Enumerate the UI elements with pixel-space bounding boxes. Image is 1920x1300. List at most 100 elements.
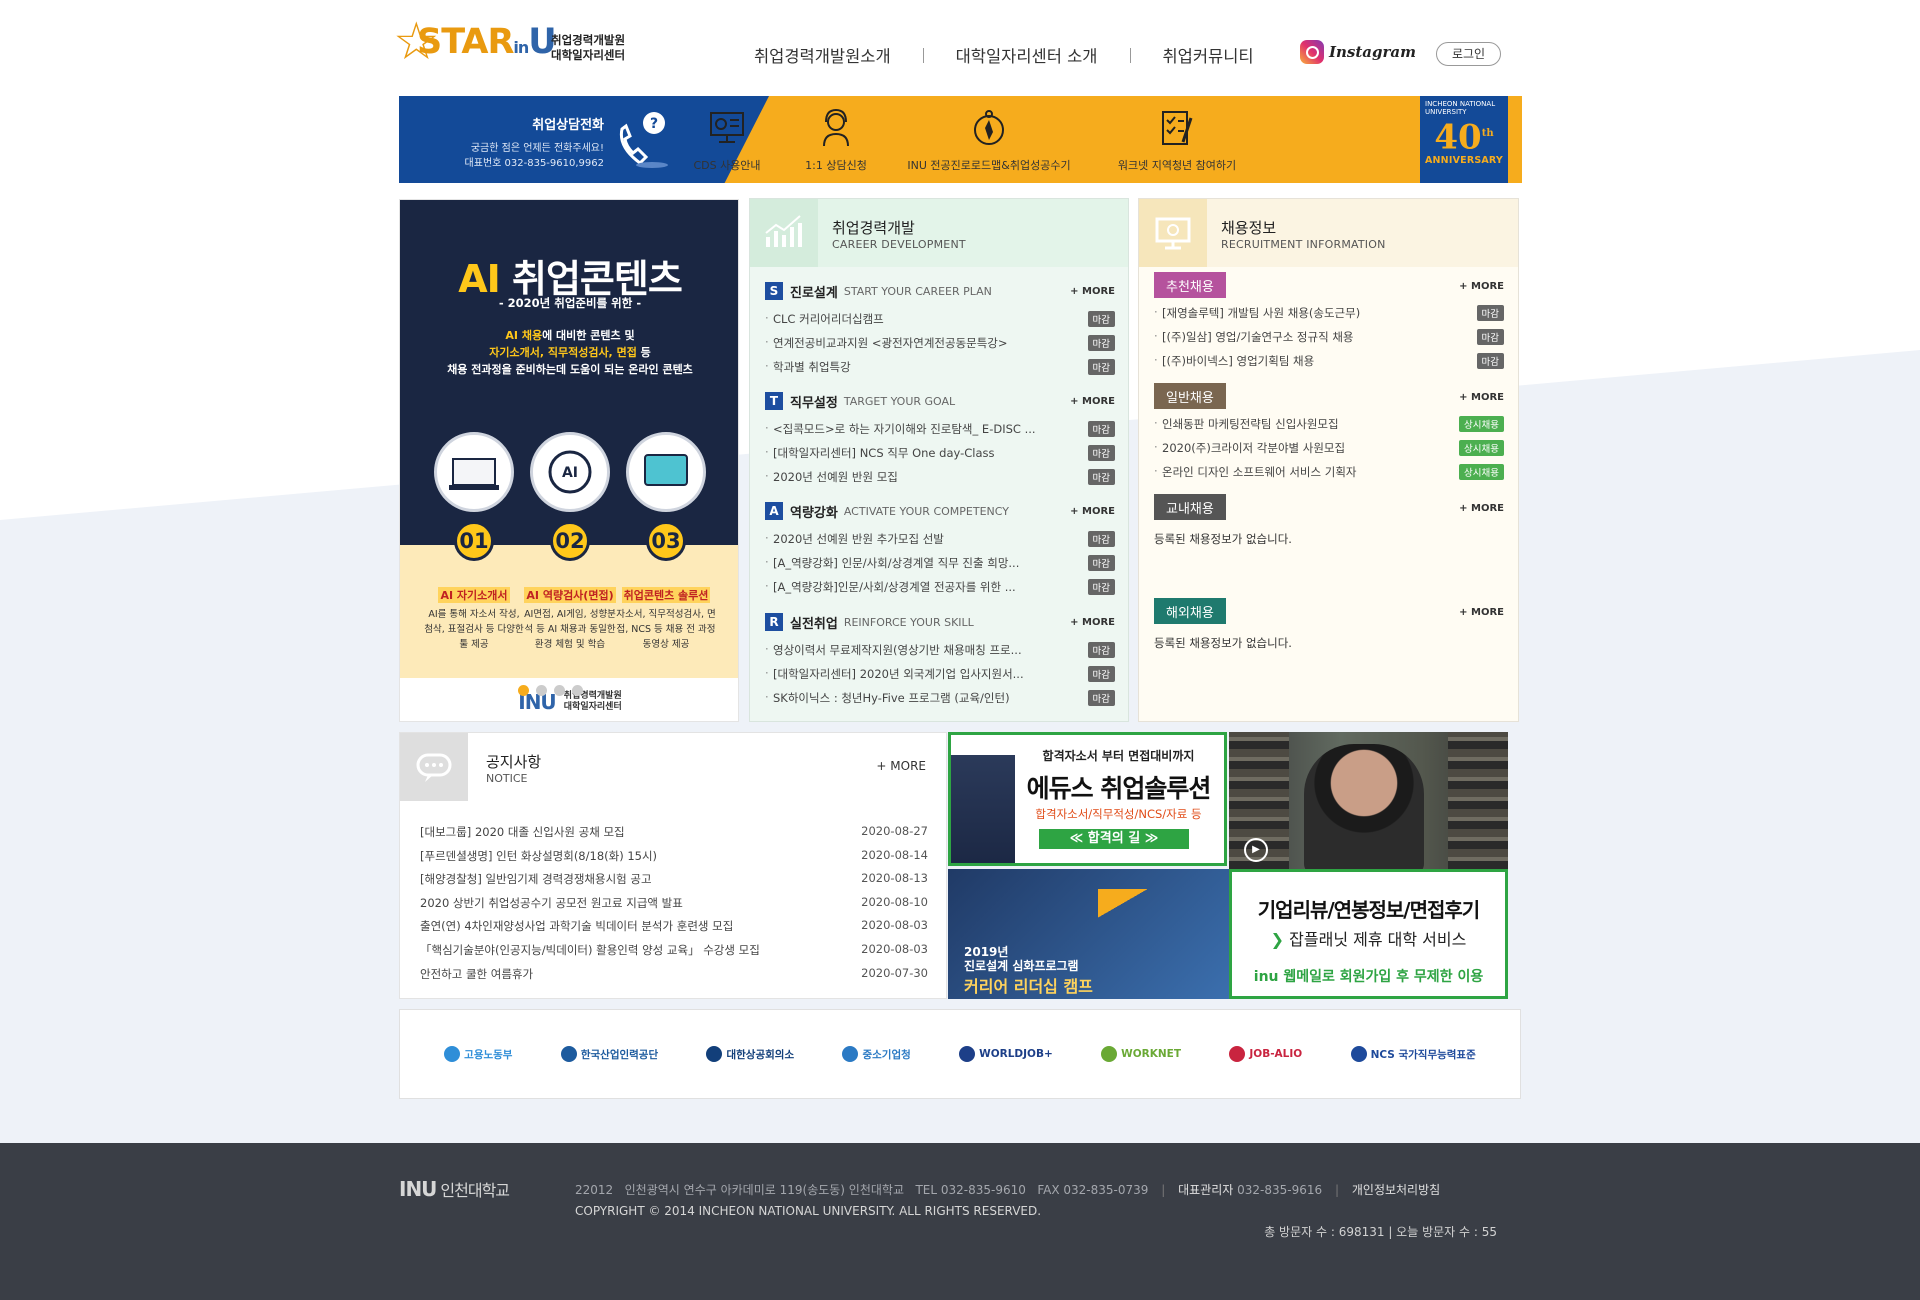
family-site-logo[interactable]: WORLDJOB+	[959, 1046, 1053, 1062]
slider-dot[interactable]	[554, 685, 565, 696]
section-more-link[interactable]: + MORE	[1459, 503, 1504, 514]
instagram-link[interactable]: Instagram	[1300, 40, 1416, 64]
list-item[interactable]: [대학일자리센터] 2020년 외국계기업 입사지원서... 마감	[765, 662, 1115, 686]
section-more-link[interactable]: + MORE	[1459, 392, 1504, 403]
quick-link-roadmap[interactable]: INU 전공진로로드맵&취업성공수기	[899, 108, 1079, 173]
list-item[interactable]: 학과별 취업특강 마감	[765, 355, 1115, 379]
section-more-link[interactable]: + MORE	[1070, 396, 1115, 407]
promo-title-ai: AI	[458, 257, 501, 301]
career-section: S 진로설계 START YOUR CAREER PLAN + MORE CLC 커리어…	[765, 279, 1115, 379]
list-item[interactable]: 인쇄동판 마케팅전략팀 신입사원모집 상시채용	[1154, 412, 1504, 436]
list-item[interactable]: [대학일자리센터] NCS 직무 One day-Class 마감	[765, 441, 1115, 465]
status-badge: 마감	[1087, 311, 1115, 327]
list-item[interactable]: 영상이력서 무료제작지원(영상기반 채용매칭 프로... 마감	[765, 638, 1115, 662]
eduss-ad-desc: 합격자소서/직무적성/NCS/자료 등	[1035, 807, 1202, 821]
list-item[interactable]: SK하이닉스 : 청년Hy-Five 프로그램 (교육/인턴) 마감	[765, 686, 1115, 710]
slider-dot[interactable]	[536, 685, 547, 696]
slider-dot[interactable]	[518, 685, 529, 696]
recruit-section-label[interactable]: 일반채용	[1154, 383, 1226, 409]
jobplanet-banner[interactable]: 기업리뷰/연봉정보/면접후기 ❯ 잡플래닛 제휴 대학 서비스 inu 웹메일로…	[1229, 869, 1508, 999]
notice-row[interactable]: 2020 상반기 취업성공수기 공모전 원고료 지급액 발표 2020-08-10	[420, 895, 928, 919]
list-item[interactable]: 온라인 디자인 소프트웨어 서비스 기획자 상시채용	[1154, 460, 1504, 484]
ai-content-promo[interactable]: - 2020년 취업준비를 위한 - AI 취업콘텐츠 AI 채용에 대비한 콘…	[399, 199, 739, 722]
footer-admin-tel: 032-835-9616	[1237, 1183, 1323, 1197]
notice-title-link[interactable]: 출연(연) 4차인재양성사업 과학기술 빅데이터 분석가 훈련생 모집	[420, 918, 733, 942]
career-camp-banner[interactable]: 2019년 진로설계 심화프로그램 커리어 리더십 캠프	[948, 869, 1229, 999]
nav-item-career-intro[interactable]: 취업경력개발원소개	[730, 43, 915, 67]
nav-item-job-center[interactable]: 대학일자리센터 소개	[932, 43, 1122, 67]
family-site-logo[interactable]: WORKNET	[1101, 1046, 1181, 1062]
notice-title-link[interactable]: 「핵심기술분야(인공지능/빅데이터) 활용인력 양성 교육」 수강생 모집	[420, 942, 760, 966]
list-item[interactable]: [(주)일삼] 영업/기술연구소 정규직 채용 마감	[1154, 325, 1504, 349]
career-section-header: T 직무설정 TARGET YOUR GOAL + MORE	[765, 389, 1115, 413]
section-title-en: START YOUR CAREER PLAN	[843, 284, 992, 298]
notice-row[interactable]: 안전하고 쿨한 여름휴가 2020-07-30	[420, 966, 928, 990]
site-logo[interactable]: ☆ STARinU 취업경력개발원 대학일자리센터	[393, 16, 629, 74]
notice-row[interactable]: [푸르덴셜생명] 인턴 화상설명회(8/18(화) 15시) 2020-08-14	[420, 848, 928, 872]
privacy-policy-link[interactable]: 개인정보처리방침	[1352, 1183, 1440, 1197]
list-item-title: 2020년 선예원 반원 추가모집 선발	[765, 531, 1082, 547]
list-item[interactable]: <집콕모드>로 하는 자기이해와 진로탐색_ E-DISC ... 마감	[765, 417, 1115, 441]
recruit-section: 추천채용 + MORE [재영솔루텍] 개발팀 사원 채용(송도근무)마감[(주)일…	[1154, 272, 1504, 373]
section-more-link[interactable]: + MORE	[1070, 617, 1115, 628]
career-section-header: A 역량강화 ACTIVATE YOUR COMPETENCY + MORE	[765, 499, 1115, 523]
video-thumbnail[interactable]: ▶	[1229, 732, 1508, 869]
family-site-logo[interactable]: 중소기업청	[842, 1046, 911, 1062]
career-title-en: CAREER DEVELOPMENT	[832, 238, 966, 251]
list-item[interactable]: [A_역량강화]인문/사회/상경계열 전공자를 위한 ... 마감	[765, 575, 1115, 599]
list-item-title: 온라인 디자인 소프트웨어 서비스 기획자	[1154, 464, 1453, 480]
promo-title-rest: 취업콘텐츠	[499, 257, 683, 301]
presenter-image	[951, 755, 1015, 863]
list-item[interactable]: [A_역량강화] 인문/사회/상경계열 직무 진출 희망... 마감	[765, 551, 1115, 575]
notice-row[interactable]: [해양경찰청] 일반임기제 경력경쟁채용시험 공고 2020-08-13	[420, 871, 928, 895]
section-more-link[interactable]: + MORE	[1459, 607, 1504, 618]
login-button[interactable]: 로그인	[1436, 42, 1501, 66]
recruit-section: 교내채용 + MORE 등록된 채용정보가 없습니다.	[1154, 494, 1504, 547]
family-site-name: JOB-ALIO	[1249, 1048, 1303, 1060]
status-badge: 마감	[1476, 353, 1504, 369]
anniversary-label: ANNIVERSARY	[1424, 155, 1503, 167]
family-site-mark	[1350, 1046, 1367, 1062]
list-item[interactable]: CLC 커리어리더십캠프 마감	[765, 307, 1115, 331]
recruit-section-label[interactable]: 교내채용	[1154, 494, 1226, 520]
notice-row[interactable]: 「핵심기술분야(인공지능/빅데이터) 활용인력 양성 교육」 수강생 모집 202…	[420, 942, 928, 966]
family-site-logo[interactable]: 고용노동부	[444, 1046, 512, 1062]
slider-dot[interactable]	[572, 685, 583, 696]
promo-desc: AI 채용에 대비한 콘텐츠 및 자기소개서, 직무적성검사, 면접 등 채용 …	[400, 327, 738, 378]
notice-row[interactable]: [대보그룹] 2020 대졸 신입사원 공채 모집 2020-08-27	[420, 824, 928, 848]
family-site-logo[interactable]: NCS 국가직무능력표준	[1350, 1046, 1476, 1062]
section-more-link[interactable]: + MORE	[1070, 506, 1115, 517]
recruit-section-label[interactable]: 추천채용	[1154, 272, 1226, 298]
notice-more-link[interactable]: + MORE	[876, 759, 926, 773]
notice-title-link[interactable]: [해양경찰청] 일반임기제 경력경쟁채용시험 공고	[420, 871, 652, 895]
camp-title: 커리어 리더십 캠프	[964, 977, 1093, 996]
status-badge: 마감	[1476, 305, 1504, 321]
section-more-link[interactable]: + MORE	[1459, 281, 1504, 292]
eduss-ad-banner[interactable]: 합격자소서 부터 면접대비까지 에듀스 취업솔루션 합격자소서/직무적성/NCS…	[948, 732, 1227, 866]
list-item[interactable]: 2020년 선예원 반원 추가모집 선발 마감	[765, 527, 1115, 551]
notice-title-link[interactable]: 2020 상반기 취업성공수기 공모전 원고료 지급액 발표	[420, 895, 683, 919]
checklist-icon	[1162, 111, 1193, 145]
nav-item-community[interactable]: 취업커뮤니티	[1139, 43, 1278, 67]
list-item[interactable]: 연계전공비교과지원 <광전자연계전공동문특강> 마감	[765, 331, 1115, 355]
family-site-logo[interactable]: 한국산업인력공단	[560, 1046, 658, 1062]
recruit-section-label[interactable]: 해외채용	[1154, 598, 1226, 624]
visitor-counter: 총 방문자 수 : 698131 | 오늘 방문자 수 : 55	[1264, 1225, 1497, 1239]
promo-column: AI 역량검사(면접) AI면접, AI게임, 성향분석 등 AI 채용과 동일한…	[520, 584, 620, 652]
notice-title-link[interactable]: [푸르덴셜생명] 인턴 화상설명회(8/18(화) 15시)	[420, 848, 657, 872]
notice-date: 2020-08-03	[861, 941, 928, 956]
notice-row[interactable]: 출연(연) 4차인재양성사업 과학기술 빅데이터 분석가 훈련생 모집 2020-…	[420, 918, 928, 942]
promo-desc-highlight: AI 채용	[505, 329, 543, 342]
notice-title-link[interactable]: 안전하고 쿨한 여름휴가	[420, 966, 533, 990]
list-item[interactable]: [재영솔루텍] 개발팀 사원 채용(송도근무) 마감	[1154, 301, 1504, 325]
family-site-logo[interactable]: 대한상공회의소	[706, 1046, 794, 1062]
promo-number: 03	[646, 521, 686, 561]
list-item[interactable]: [(주)바이넥스] 영업기획팀 채용 마감	[1154, 349, 1504, 373]
section-more-link[interactable]: + MORE	[1070, 286, 1115, 297]
quick-link-worknet[interactable]: 워크넷 지역청년 참여하기	[1087, 108, 1267, 173]
list-item[interactable]: 2020(주)크라이저 각분야별 사원모집 상시채용	[1154, 436, 1504, 460]
notice-title-link[interactable]: [대보그룹] 2020 대졸 신입사원 공채 모집	[420, 824, 625, 848]
list-item[interactable]: 2020년 선예원 반원 모집 마감	[765, 465, 1115, 489]
play-icon[interactable]: ▶	[1244, 838, 1268, 862]
family-site-logo[interactable]: JOB-ALIO	[1229, 1046, 1302, 1062]
